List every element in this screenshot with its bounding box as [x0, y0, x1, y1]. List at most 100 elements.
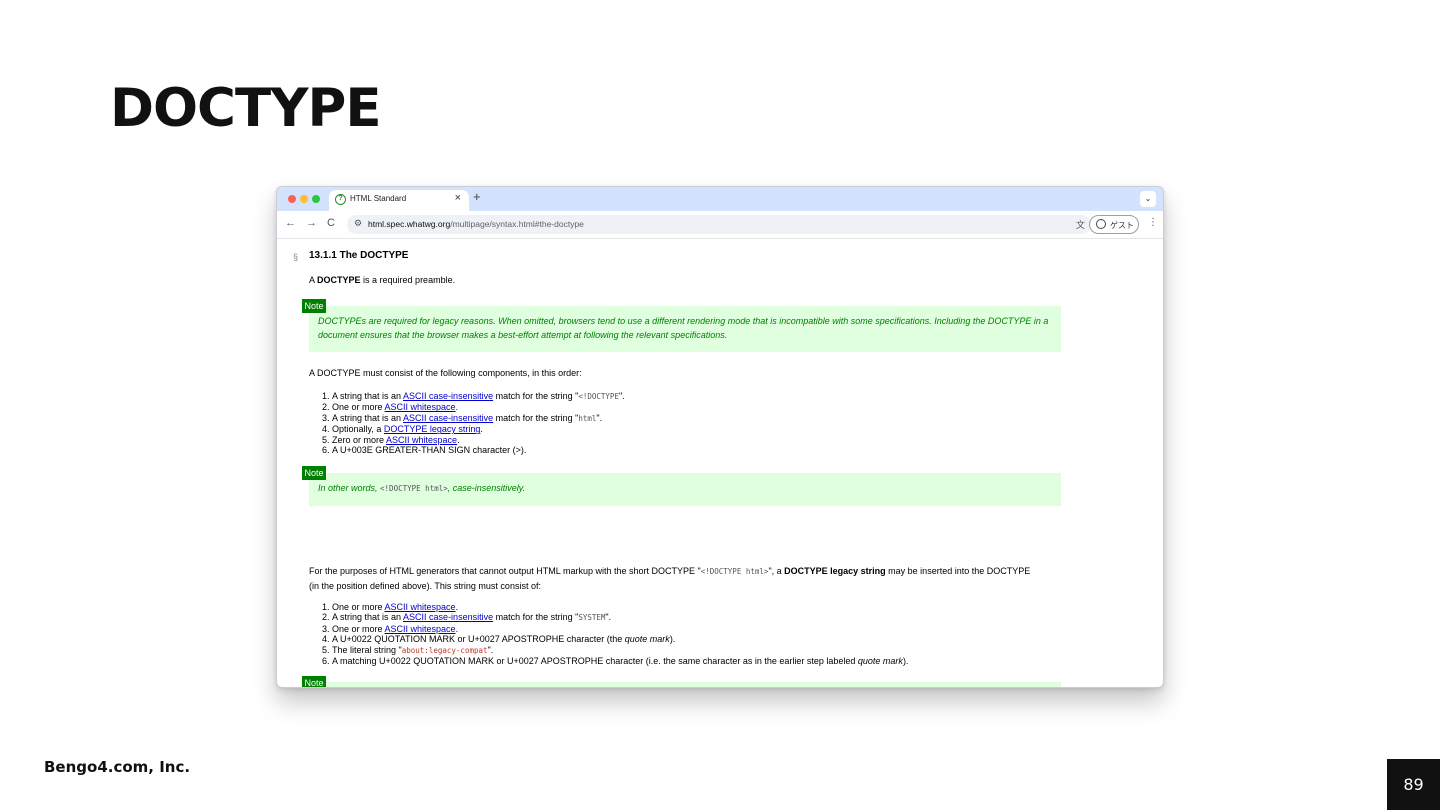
text: One or more [332, 623, 385, 634]
italic-term: quote mark [624, 634, 670, 645]
section-link[interactable]: § [293, 252, 298, 263]
profile-button[interactable]: ゲスト [1089, 215, 1139, 234]
text: A U+0022 QUOTATION MARK or U+0027 APOSTR… [332, 634, 625, 645]
text: . [457, 434, 460, 445]
favicon-icon: ? [335, 194, 346, 205]
text: A U+003E GREATER-THAN SIGN character (>)… [332, 445, 527, 456]
italic-term: quote mark [857, 656, 903, 667]
list-item: A U+003E GREATER-THAN SIGN character (>)… [332, 445, 625, 455]
page-content: § 13.1.1 The DOCTYPE A DOCTYPE is a requ… [277, 240, 1163, 687]
text: A [309, 275, 318, 285]
text: match for the string " [493, 412, 579, 423]
spec-link[interactable]: ASCII case-insensitive [403, 413, 493, 423]
list-item: A string that is an ASCII case-insensiti… [332, 612, 908, 623]
components-intro: A DOCTYPE must consist of the following … [309, 368, 582, 378]
spec-link[interactable]: ASCII case-insensitive [403, 612, 493, 622]
text: A string that is an [332, 612, 404, 623]
note-box-3 [309, 682, 1061, 687]
text: ). [902, 656, 909, 667]
code: <!DOCTYPE html> [380, 484, 448, 493]
page-number: 89 [1387, 759, 1440, 810]
text: One or more [332, 602, 385, 612]
close-window-button[interactable] [288, 195, 296, 203]
text: . [455, 402, 459, 413]
text: ). [669, 634, 676, 645]
text: One or more [332, 402, 385, 413]
code: <!DOCTYPE html> [700, 567, 769, 576]
text: match for the string " [493, 612, 579, 623]
text: . [455, 602, 459, 612]
text: . [455, 623, 459, 634]
section-heading: 13.1.1 The DOCTYPE [309, 250, 409, 261]
legacy-string-list: One or more ASCII whitespace.A string th… [332, 602, 908, 666]
list-item: A string that is an ASCII case-insensiti… [332, 391, 625, 402]
text: A matching U+0022 QUOTATION MARK or U+00… [332, 656, 858, 667]
intro-paragraph: A DOCTYPE is a required preamble. [309, 275, 455, 286]
text: In other words, [318, 483, 381, 493]
text: A string that is an [332, 391, 404, 401]
text: match for the string " [493, 391, 579, 401]
dfn-doctype-legacy-string: DOCTYPE legacy string [784, 566, 886, 576]
url-path: /multipage/syntax.html#the-doctype [450, 219, 584, 229]
minimize-window-button[interactable] [300, 195, 308, 203]
list-item: One or more ASCII whitespace. [332, 624, 908, 634]
new-tab-button[interactable]: + [473, 189, 481, 204]
text: A string that is an [332, 412, 404, 423]
note-label-1: Note [302, 299, 326, 313]
address-bar[interactable]: ⚙ html.spec.whatwg.org/multipage/syntax.… [347, 215, 1091, 234]
doctype-components-list: A string that is an ASCII case-insensiti… [332, 391, 625, 455]
spec-link[interactable]: DOCTYPE legacy string [384, 424, 481, 434]
tab-strip: ? HTML Standard × + ⌄ [277, 187, 1163, 211]
list-item: A matching U+0022 QUOTATION MARK or U+00… [332, 656, 908, 666]
profile-label: ゲスト [1110, 221, 1134, 230]
list-item: A string that is an ASCII case-insensiti… [332, 413, 625, 424]
code: SYSTEM [578, 613, 606, 623]
text: is a required preamble. [360, 275, 456, 285]
list-item: One or more ASCII whitespace. [332, 602, 908, 612]
text: . [480, 424, 483, 435]
list-item: Zero or more ASCII whitespace. [332, 435, 625, 445]
list-item: A U+0022 QUOTATION MARK or U+0027 APOSTR… [332, 634, 908, 644]
text: Optionally, a [332, 424, 384, 435]
list-item: The literal string "about:legacy-compat"… [332, 645, 908, 656]
text: Zero or more [332, 434, 387, 445]
url-text[interactable]: html.spec.whatwg.org/multipage/syntax.ht… [368, 219, 584, 229]
text: ", a [768, 566, 785, 576]
legacy-string-paragraph: For the purposes of HTML generators that… [309, 564, 1039, 593]
tab-search-button[interactable]: ⌄ [1140, 191, 1156, 207]
browser-window: ? HTML Standard × + ⌄ ← → C ⚙ html.spec.… [276, 186, 1164, 688]
spec-link[interactable]: ASCII whitespace [385, 602, 456, 612]
text: For the purposes of HTML generators that… [309, 566, 701, 576]
spec-link[interactable]: ASCII case-insensitive [403, 391, 493, 401]
forward-icon[interactable]: → [306, 217, 317, 229]
note-label-2: Note [302, 466, 326, 480]
profile-icon [1096, 219, 1106, 229]
text: ". [596, 412, 603, 423]
tab-title: HTML Standard [350, 194, 407, 203]
dfn-doctype: DOCTYPE [317, 275, 361, 285]
tab-html-standard[interactable]: ? HTML Standard × [329, 190, 469, 211]
back-icon[interactable]: ← [285, 217, 296, 229]
code: html [578, 413, 597, 423]
browser-toolbar: ← → C ⚙ html.spec.whatwg.org/multipage/s… [277, 211, 1163, 239]
reload-icon[interactable]: C [327, 217, 335, 229]
text: ". [605, 612, 612, 623]
spec-link[interactable]: ASCII whitespace [386, 435, 457, 445]
url-host: html.spec.whatwg.org [368, 219, 451, 229]
spec-link[interactable]: ASCII whitespace [385, 624, 456, 634]
text: The literal string " [332, 644, 402, 655]
menu-icon[interactable]: ⋮ [1148, 217, 1158, 228]
text: ". [618, 391, 625, 401]
list-item: One or more ASCII whitespace. [332, 402, 625, 412]
code: <!DOCTYPE [578, 392, 619, 401]
spec-link[interactable]: ASCII whitespace [385, 402, 456, 412]
note-label-3: Note [302, 676, 326, 687]
translate-icon[interactable]: 文 [1076, 218, 1085, 231]
text: , case-insensitively. [447, 483, 526, 493]
maximize-window-button[interactable] [312, 195, 320, 203]
text: ". [487, 644, 494, 655]
list-item: Optionally, a DOCTYPE legacy string. [332, 424, 625, 434]
site-settings-icon[interactable]: ⚙ [354, 218, 362, 229]
slide-title: DOCTYPE [110, 78, 382, 139]
tab-close-icon[interactable]: × [455, 192, 461, 204]
